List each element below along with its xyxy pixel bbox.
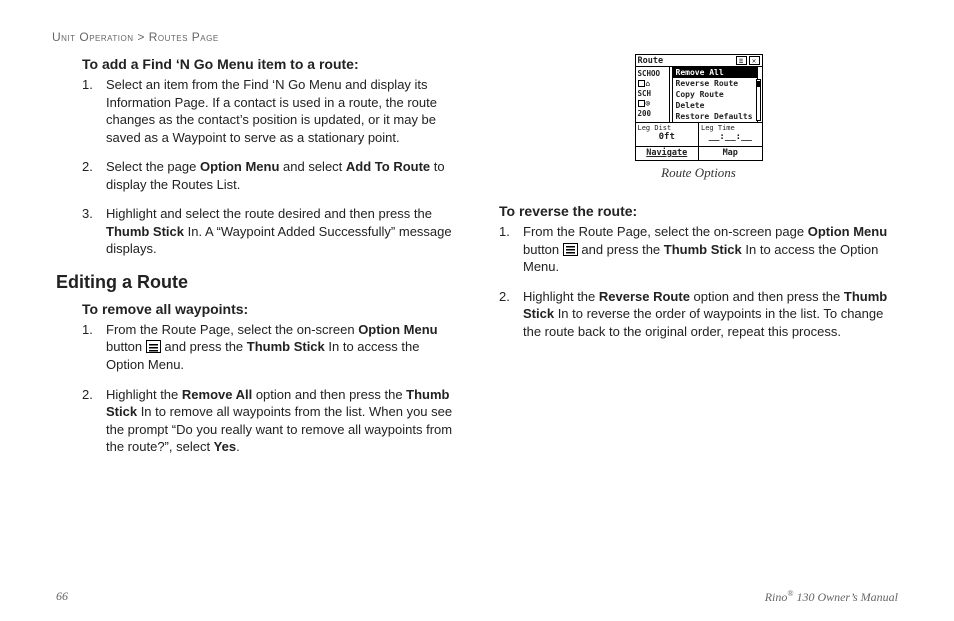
- device-screenshot: Route ≡ ✕ SCHOO ⌂ SCH ⌾ 200 Remove All R…: [635, 54, 763, 161]
- breadcrumb-page: Routes Page: [149, 30, 219, 44]
- figure-route-options: Route ≡ ✕ SCHOO ⌂ SCH ⌾ 200 Remove All R…: [499, 54, 898, 181]
- list-item: 2. Select the page Option Menu and selec…: [82, 158, 455, 193]
- procedure-remove-all: 1. From the Route Page, select the on-sc…: [56, 321, 455, 456]
- procedure-title-remove-all: To remove all waypoints:: [56, 301, 455, 317]
- option-menu-icon: [146, 340, 161, 353]
- procedure-title-reverse: To reverse the route:: [499, 203, 898, 219]
- list-item: 2. Highlight the Reverse Route option an…: [499, 288, 898, 341]
- list-item: 1. From the Route Page, select the on-sc…: [499, 223, 898, 276]
- device-close-button: ✕: [749, 56, 760, 65]
- device-option-menu: Remove All Reverse Route Copy Route Dele…: [672, 66, 758, 123]
- list-item: 3. Highlight and select the route desire…: [82, 205, 455, 258]
- device-title: Route: [638, 56, 734, 66]
- breadcrumb: Unit Operation > Routes Page: [52, 30, 898, 44]
- list-item: 1. Select an item from the Find ‘N Go Me…: [82, 76, 455, 146]
- page-number: 66: [56, 589, 68, 605]
- breadcrumb-section: Unit Operation: [52, 30, 134, 44]
- section-heading-editing-route: Editing a Route: [56, 272, 455, 293]
- device-scrollbar: [756, 79, 761, 121]
- list-item: 2. Highlight the Remove All option and t…: [82, 386, 455, 456]
- procedure-reverse: 1. From the Route Page, select the on-sc…: [499, 223, 898, 340]
- procedure-add-item: 1. Select an item from the Find ‘N Go Me…: [56, 76, 455, 258]
- footer-product: Rino® 130 Owner’s Manual: [765, 589, 898, 605]
- list-item: 1. From the Route Page, select the on-sc…: [82, 321, 455, 374]
- option-menu-icon: [563, 243, 578, 256]
- figure-caption: Route Options: [499, 165, 898, 181]
- device-tab-map: Map: [698, 147, 762, 160]
- device-tab-navigate: Navigate: [636, 147, 699, 160]
- procedure-title-add-item: To add a Find ‘N Go Menu item to a route…: [56, 56, 455, 72]
- device-menu-button: ≡: [736, 56, 747, 65]
